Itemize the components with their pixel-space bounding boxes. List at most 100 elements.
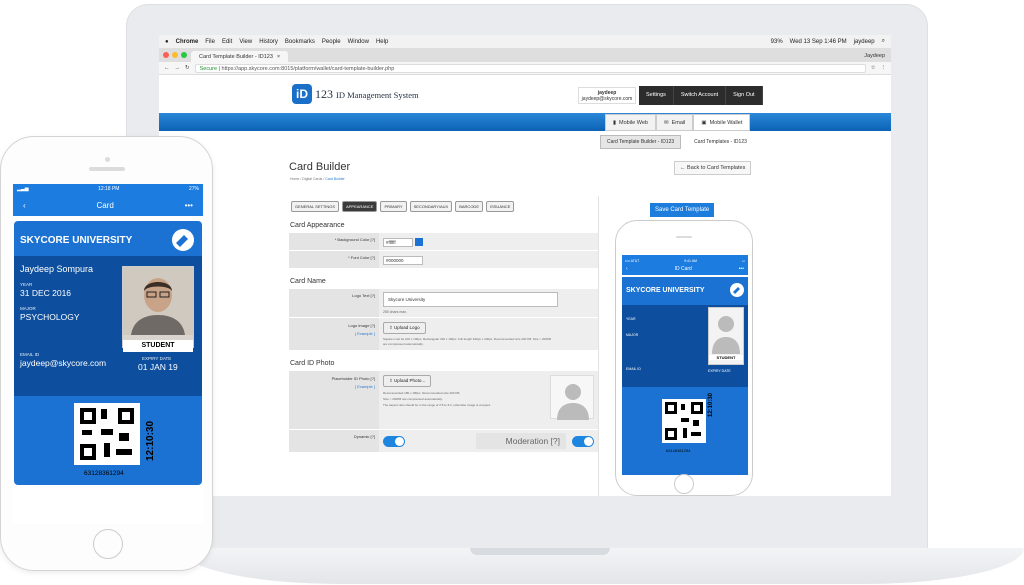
menu-people[interactable]: People [322,39,341,45]
preview-field-email: EMAIL ID [626,367,641,371]
back-chevron-icon[interactable]: ‹ [23,201,26,210]
menu-edit[interactable]: Edit [222,39,232,45]
save-card-template-button[interactable]: Save Card Template [650,203,715,217]
dynamic-label: Dynamic [?] [289,430,379,452]
preview-card: SKYCORE UNIVERSITY YEAR MAJOR EMAIL ID E… [622,277,748,475]
url-text: https://app.skycore.com:8015/platform/wa… [221,65,395,72]
moderation-label: Moderation [?] [476,433,566,449]
bg-color-input[interactable]: #ffffff [383,238,413,247]
back-icon[interactable]: ← [164,65,170,71]
logo-text-label: Logo Text [?] [289,289,379,317]
back-to-templates-button[interactable]: ← Back to Card Templates [674,161,752,175]
user-box[interactable]: jaydeep jaydeep@skycore.com [578,87,636,104]
menu-clock[interactable]: Wed 13 Sep 1:46 PM [790,39,847,45]
menu-help[interactable]: Help [376,39,388,45]
minimize-window-icon[interactable] [172,52,178,58]
menu-user[interactable]: jaydeep [854,39,875,45]
person-photo-icon [123,267,193,335]
tab-mobile-web[interactable]: ▮ Mobile Web [605,114,656,131]
menu-bookmarks[interactable]: Bookmarks [285,39,315,45]
home-button[interactable] [93,529,123,559]
more-dots-icon[interactable]: ••• [739,265,744,273]
card-year: 31 DEC 2016 [20,288,72,298]
logo-text-hint: 250 chars max. [383,310,407,314]
menu-window[interactable]: Window [348,39,369,45]
star-icon[interactable]: ☆ [871,65,876,71]
os-menubar: ● Chrome File Edit View History Bookmark… [159,35,891,48]
preview-photo: STUDENT [708,307,744,365]
battery-status: 93% [770,38,783,45]
maximize-window-icon[interactable] [181,52,187,58]
font-color-label: * Font Color [?] [289,251,379,268]
breadcrumb-current: Card Builder [325,177,345,181]
tab-general-settings[interactable]: GENERAL SETTINGS [291,201,340,212]
qr-code-icon [80,408,134,460]
placeholder-photo [550,375,594,420]
menu-view[interactable]: View [239,39,252,45]
dynamic-toggle[interactable] [383,435,405,447]
browser-tab[interactable]: Card Template Builder - ID123 × [191,51,289,62]
site-header: iD 123 ID Management System jaydeep jayde… [159,75,891,113]
signal-icon: ▂▃▅ [17,186,29,192]
preview-field-year: YEAR [626,317,636,321]
photo-example-link[interactable]: [ Example ] [355,384,375,389]
moderation-toggle[interactable] [572,435,594,447]
section-card-id-photo: Card ID Photo [290,360,335,367]
switch-account-link[interactable]: Switch Account [674,86,727,105]
menu-dots-icon[interactable]: ⋮ [881,65,887,71]
home-button[interactable] [674,474,694,494]
settings-link[interactable]: Settings [639,86,674,105]
forward-icon[interactable]: → [175,65,181,71]
tab-primary[interactable]: PRIMARY [380,201,407,212]
tab-barcode[interactable]: BARCODE [455,201,483,212]
upload-photo-button[interactable]: ⇪ Upload Photo... [383,375,432,387]
card-builder-form: GENERAL SETTINGS APPEARANCE PRIMARY SECO… [289,196,599,496]
tab-mobile-wallet[interactable]: ▣ Mobile Wallet [693,114,751,131]
phone-speaker [676,236,692,238]
tab-issuance[interactable]: ISSUANCE [485,201,515,212]
close-window-icon[interactable] [163,52,169,58]
spotlight-icon[interactable]: ⌕ [882,38,885,45]
back-chevron-icon[interactable]: ‹ [626,265,628,273]
logo-badge[interactable]: iD [292,84,312,104]
close-tab-icon[interactable]: × [277,54,280,60]
bg-color-label: * Background Color [?] [289,233,379,250]
preview-card-body: YEAR MAJOR EMAIL ID EXPIRY DATE STUDENT [622,305,748,387]
preview-badge: STUDENT [709,355,743,360]
apple-icon[interactable]: ● [165,39,169,45]
card-email-label: EMAIL ID [20,352,40,357]
menu-file[interactable]: File [205,39,215,45]
upload-logo-button[interactable]: ⇪ Upload Logo [383,322,426,334]
breadcrumb-digital-cards[interactable]: Digital Cards [302,177,322,181]
tab-secondary-aux[interactable]: SECONDARY/AUX [409,201,453,212]
tab-card-templates[interactable]: Card Templates - ID123 [687,135,754,149]
logo-text-input[interactable]: Skycore University [383,292,558,307]
logo-example-link[interactable]: [ Example ] [355,331,375,336]
sign-out-link[interactable]: Sign Out [726,86,763,105]
reload-icon[interactable]: ↻ [185,65,190,71]
toggles-row: Dynamic [?] Moderation [?] [289,430,598,452]
more-dots-icon[interactable]: ••• [185,201,193,210]
tab-appearance[interactable]: APPEARANCE [342,201,378,212]
logo-image-hint: Square must be 100 x 100px. Rectangular … [383,337,552,346]
logo-text-row: Logo Text [?] Skycore University 250 chars… [289,289,598,317]
section-card-name: Card Name [290,278,326,285]
user-email: jaydeep@skycore.com [581,96,633,102]
url-field[interactable]: Secure | https://app.skycore.com:8015/pl… [194,63,866,73]
tab-card-template-builder[interactable]: Card Template Builder - ID123 [600,135,682,149]
upload-icon: ⇪ [389,378,393,383]
menu-app[interactable]: Chrome [176,39,199,45]
site-content: iD 123 ID Management System jaydeep jayde… [159,75,891,496]
tab-email[interactable]: ✉ Email [655,114,694,131]
id-card: SKYCORE UNIVERSITY Jaydeep Sompura YEAR … [14,221,202,485]
card-expiry: 01 JAN 19 [138,362,178,372]
card-name: Jaydeep Sompura [20,264,94,274]
phone-nav-title: Card [96,200,114,210]
card-badge: STUDENT [123,340,193,352]
profile-name[interactable]: Jaydeep [858,53,891,62]
bg-color-swatch[interactable] [415,237,424,246]
breadcrumb-home[interactable]: Home [290,177,299,181]
preview-time: 9:41 AM [684,259,697,263]
font-color-input[interactable]: #000000 [383,256,423,265]
menu-history[interactable]: History [259,39,278,45]
